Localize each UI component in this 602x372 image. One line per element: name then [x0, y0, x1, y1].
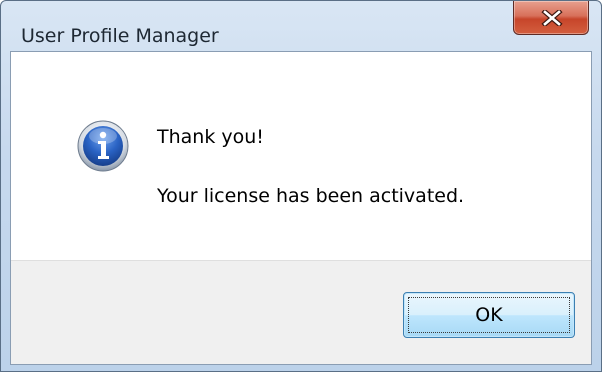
close-icon — [541, 10, 563, 26]
title-bar[interactable]: User Profile Manager — [1, 1, 601, 51]
button-area: OK — [11, 260, 591, 364]
ok-button-label: OK — [475, 304, 503, 326]
ok-button[interactable]: OK — [403, 292, 575, 338]
message-dialog: User Profile Manager Thank you! Your lic… — [0, 0, 602, 372]
window-title: User Profile Manager — [21, 25, 219, 47]
close-button[interactable] — [513, 1, 589, 35]
info-icon — [77, 120, 129, 172]
message-body: Your license has been activated. — [157, 185, 465, 207]
dialog-client-area: Thank you! Your license has been activat… — [10, 51, 592, 365]
message-area: Thank you! Your license has been activat… — [11, 52, 591, 260]
message-heading: Thank you! — [157, 126, 264, 148]
